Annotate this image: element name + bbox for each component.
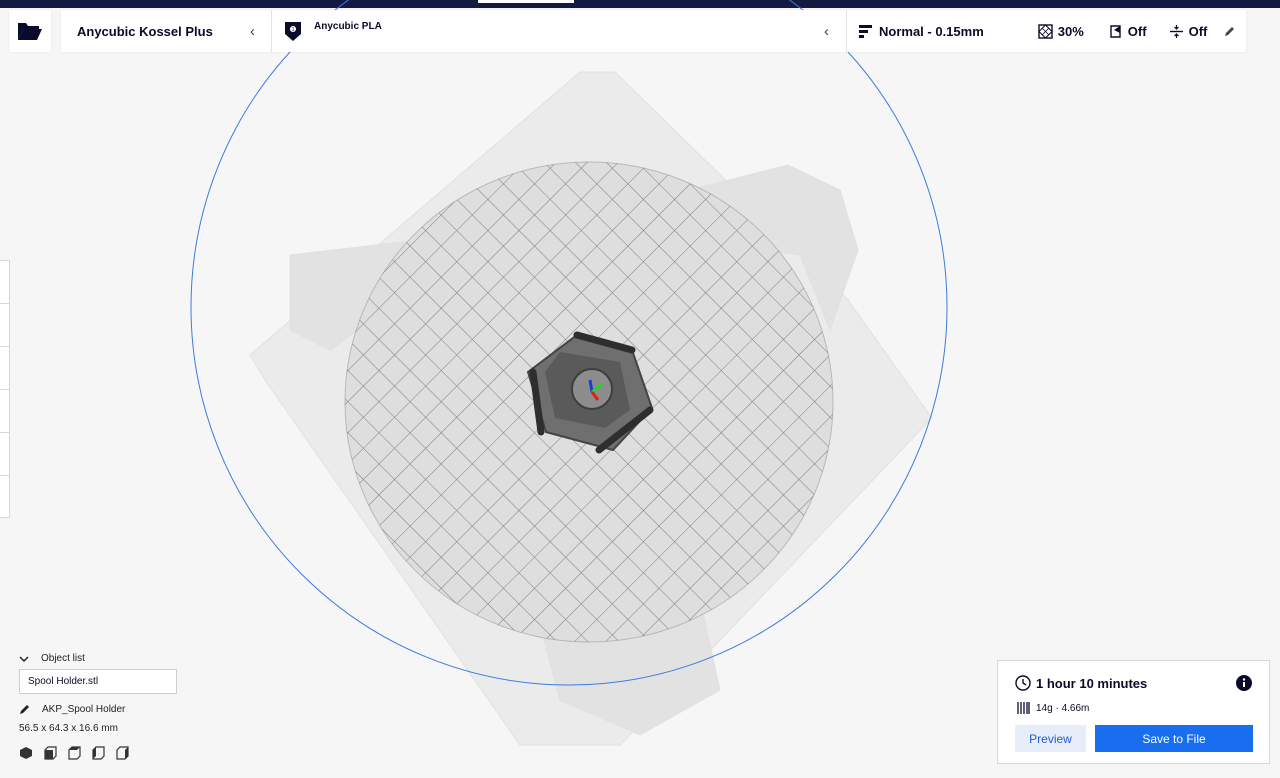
filament-icon bbox=[1017, 702, 1030, 714]
clock-icon bbox=[1015, 675, 1031, 691]
open-file-button[interactable] bbox=[9, 10, 51, 52]
tool-slot[interactable] bbox=[0, 476, 9, 519]
material-usage: 14g · 4.66m bbox=[1036, 702, 1090, 714]
pencil-icon[interactable] bbox=[1224, 26, 1235, 37]
left-tool-strip[interactable] bbox=[0, 260, 10, 518]
adhesion-icon bbox=[1169, 24, 1183, 38]
tool-slot[interactable] bbox=[0, 390, 9, 433]
svg-text:1: 1 bbox=[292, 27, 295, 33]
object-list-header[interactable]: Object list bbox=[19, 653, 219, 664]
object-list-panel: Object list Spool Holder.stl AKP_Spool H… bbox=[19, 653, 219, 760]
info-icon[interactable] bbox=[1236, 675, 1252, 691]
material-usage-row: 14g · 4.66m bbox=[1017, 701, 1089, 715]
material-name: Anycubic PLA bbox=[314, 20, 382, 32]
print-time-row: 1 hour 10 minutes bbox=[1015, 675, 1147, 691]
view-3d-icon[interactable] bbox=[19, 746, 33, 760]
profile-label: Normal - 0.15mm bbox=[879, 23, 984, 39]
tool-slot[interactable] bbox=[0, 304, 9, 347]
chevron-left-icon: ‹ bbox=[824, 22, 829, 40]
material-selector[interactable]: 1 Anycubic PLA ‹ bbox=[272, 10, 847, 52]
save-to-file-button[interactable]: Save to File bbox=[1095, 725, 1253, 752]
chevron-left-icon: ‹ bbox=[250, 22, 255, 40]
camera-view-buttons bbox=[19, 746, 219, 760]
object-dimensions: 56.5 x 64.3 x 16.6 mm bbox=[19, 723, 118, 734]
chevron-down-icon bbox=[19, 655, 29, 662]
infill-setting: 30% bbox=[1038, 24, 1084, 39]
infill-value: 30% bbox=[1057, 23, 1084, 39]
printer-name: Anycubic Kossel Plus bbox=[77, 23, 213, 39]
printer-selector[interactable]: Anycubic Kossel Plus ‹ bbox=[61, 10, 272, 52]
object-name: AKP_Spool Holder bbox=[42, 703, 126, 715]
profile-setting: Normal - 0.15mm bbox=[859, 24, 984, 39]
top-toolbar: Anycubic Kossel Plus ‹ 1 Anycubic PLA ‹ … bbox=[61, 10, 1246, 52]
tool-slot[interactable] bbox=[0, 347, 9, 390]
tool-slot[interactable] bbox=[0, 433, 9, 476]
preview-button[interactable]: Preview bbox=[1015, 725, 1086, 752]
profile-bars-icon bbox=[859, 25, 872, 38]
infill-icon bbox=[1038, 23, 1053, 39]
folder-open-icon bbox=[18, 23, 42, 40]
pencil-icon bbox=[20, 705, 29, 714]
object-list-title: Object list bbox=[41, 653, 85, 664]
adhesion-value: Off bbox=[1188, 23, 1208, 39]
view-left-icon[interactable] bbox=[91, 746, 105, 760]
support-icon bbox=[1110, 24, 1121, 38]
print-summary-panel: 1 hour 10 minutes 14g · 4.66m Preview Sa… bbox=[997, 660, 1270, 764]
support-value: Off bbox=[1127, 23, 1147, 39]
view-right-icon[interactable] bbox=[115, 746, 129, 760]
support-setting: Off bbox=[1108, 24, 1147, 39]
print-time: 1 hour 10 minutes bbox=[1036, 675, 1148, 691]
tool-slot[interactable] bbox=[0, 261, 9, 304]
view-front-icon[interactable] bbox=[43, 746, 57, 760]
print-settings-selector[interactable]: Normal - 0.15mm 30% Off Off bbox=[847, 10, 1246, 52]
extruder-icon: 1 bbox=[285, 22, 301, 41]
object-name-row[interactable]: AKP_Spool Holder bbox=[19, 703, 219, 715]
view-top-icon[interactable] bbox=[67, 746, 81, 760]
adhesion-setting: Off bbox=[1169, 23, 1208, 39]
selected-file-item[interactable]: Spool Holder.stl bbox=[19, 669, 177, 694]
